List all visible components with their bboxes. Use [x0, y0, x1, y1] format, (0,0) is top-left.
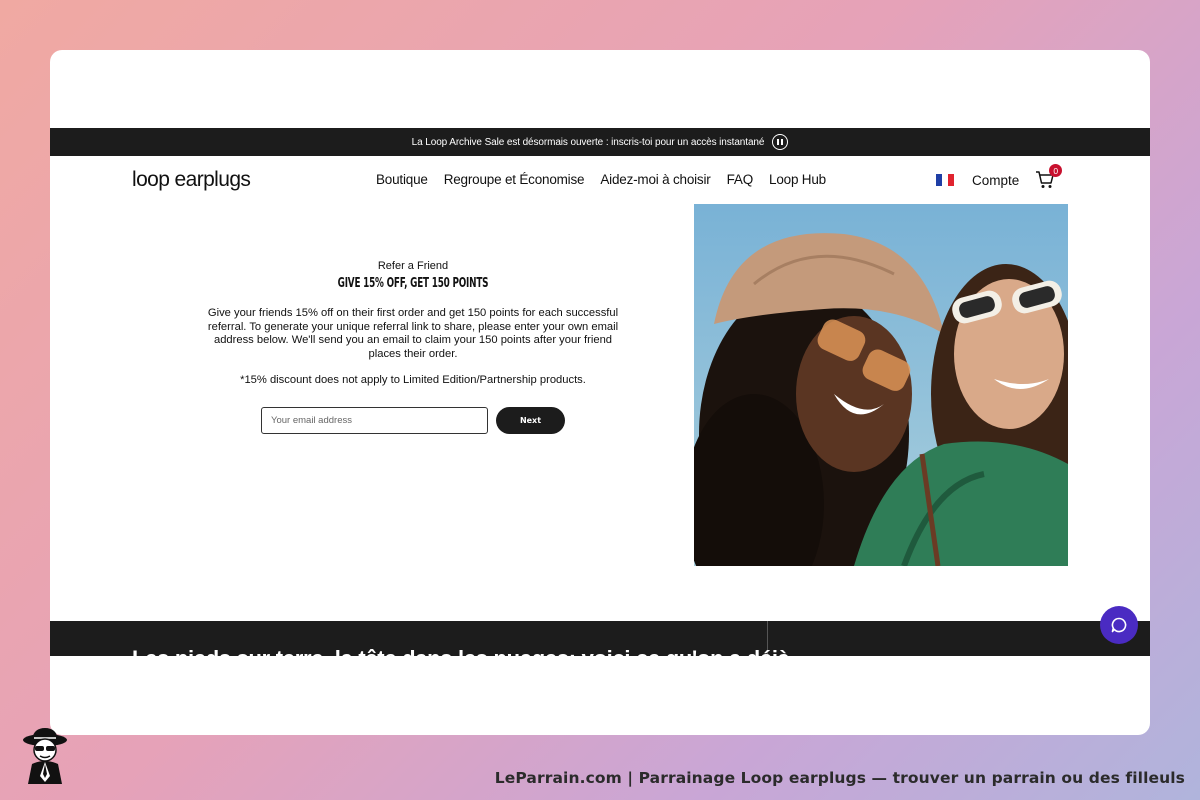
main-nav: Boutique Regroupe et Économise Aidez-moi…	[376, 172, 826, 187]
france-flag-icon[interactable]	[936, 174, 954, 186]
footer-heading: Les pieds sur terre, la tête dans les nu…	[132, 646, 790, 656]
account-link[interactable]: Compte	[972, 173, 1019, 188]
referral-disclaimer: *15% discount does not apply to Limited …	[240, 374, 586, 386]
referral-kicker: Refer a Friend	[377, 260, 449, 272]
header-actions: Compte 0	[936, 164, 1063, 190]
cart-button[interactable]: 0	[1035, 164, 1063, 190]
browser-card: La Loop Archive Sale est désormais ouver…	[50, 50, 1150, 735]
footer-band: Les pieds sur terre, la tête dans les nu…	[50, 621, 1150, 656]
nav-item-faq[interactable]: FAQ	[727, 172, 754, 187]
referral-section: Refer a Friend GIVE 15% OFF, GET 150 POI…	[200, 260, 626, 386]
announcement-bar: La Loop Archive Sale est désormais ouver…	[50, 128, 1150, 156]
site-logo[interactable]: loop earplugs	[132, 168, 251, 192]
email-input[interactable]	[261, 407, 488, 434]
hero-photo	[694, 204, 1068, 566]
page-caption: LeParrain.com | Parrainage Loop earplugs…	[494, 769, 1185, 787]
nav-item-regroupe[interactable]: Regroupe et Économise	[444, 172, 585, 187]
nav-item-boutique[interactable]: Boutique	[376, 172, 428, 187]
referral-form: Next	[261, 407, 565, 434]
announcement-text[interactable]: La Loop Archive Sale est désormais ouver…	[412, 137, 765, 148]
site-header: loop earplugs Boutique Regroupe et Écono…	[50, 156, 1150, 204]
nav-item-loop-hub[interactable]: Loop Hub	[769, 172, 826, 187]
mascot-icon	[23, 728, 67, 784]
referral-headline: GIVE 15% OFF, GET 150 POINTS	[337, 276, 489, 291]
hero-photo-illustration	[694, 204, 1068, 566]
pause-icon[interactable]	[772, 134, 789, 150]
cart-count-badge: 0	[1049, 164, 1063, 177]
chat-button[interactable]	[1100, 606, 1138, 644]
nav-item-aidez-moi[interactable]: Aidez-moi à choisir	[600, 172, 710, 187]
chat-icon	[1111, 617, 1127, 633]
referral-description: Give your friends 15% off on their first…	[207, 307, 619, 360]
next-button[interactable]: Next	[496, 407, 565, 434]
